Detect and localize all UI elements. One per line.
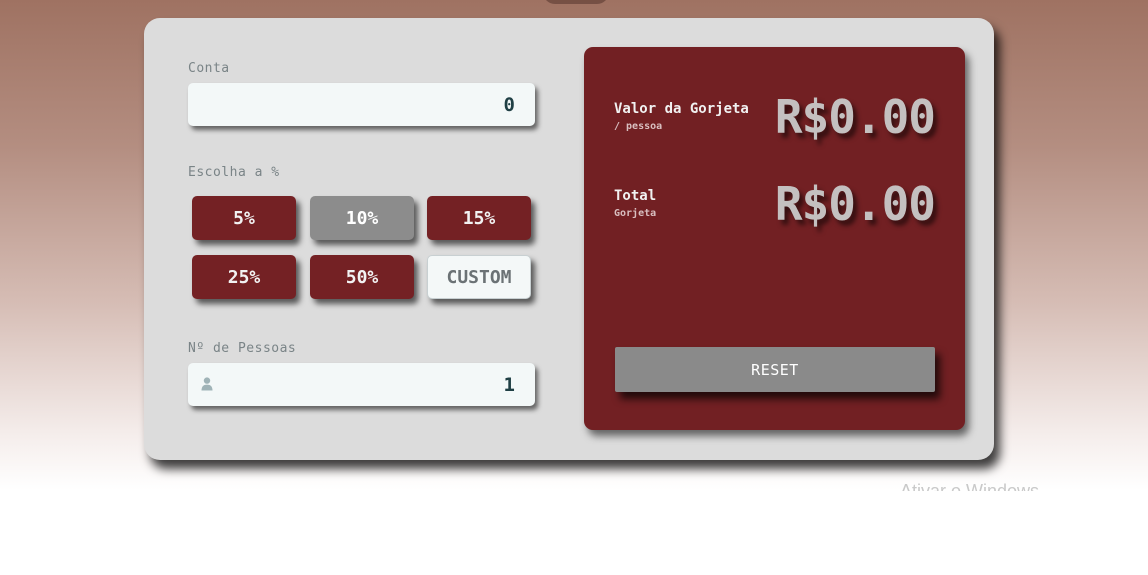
reset-button[interactable]: RESET xyxy=(615,347,935,392)
bill-value: 0 xyxy=(503,93,515,116)
bill-input[interactable]: 0 xyxy=(188,83,535,126)
bill-label: Conta xyxy=(188,61,230,76)
result-panel: Valor da Gorjeta / pessoa R$0.00 Total G… xyxy=(584,47,965,430)
tip-amount-title: Valor da Gorjeta xyxy=(614,101,749,117)
total-title: Total xyxy=(614,188,657,204)
people-input[interactable]: 1 xyxy=(188,363,535,406)
tip-50-button[interactable]: 50% xyxy=(310,255,414,299)
person-icon xyxy=(201,377,213,391)
people-label: Nº de Pessoas xyxy=(188,341,297,356)
windows-activation-watermark: Ativar o Windows xyxy=(900,481,1040,491)
total-value: R$0.00 xyxy=(774,177,936,231)
total-subtitle: Gorjeta xyxy=(614,208,657,219)
tip-calculator-card: Conta 0 Escolha a % 5% 10% 15% 25% 50% C… xyxy=(144,18,994,460)
tip-15-button[interactable]: 15% xyxy=(427,196,531,240)
tip-5-button[interactable]: 5% xyxy=(192,196,296,240)
tip-custom-input[interactable]: CUSTOM xyxy=(427,255,531,299)
top-tab-decoration xyxy=(543,0,609,4)
tip-25-button[interactable]: 25% xyxy=(192,255,296,299)
tip-label: Escolha a % xyxy=(188,165,280,180)
tip-10-button[interactable]: 10% xyxy=(310,196,414,240)
people-value: 1 xyxy=(503,373,515,396)
tip-amount-subtitle: / pessoa xyxy=(614,121,663,132)
tip-amount-value: R$0.00 xyxy=(774,90,936,144)
